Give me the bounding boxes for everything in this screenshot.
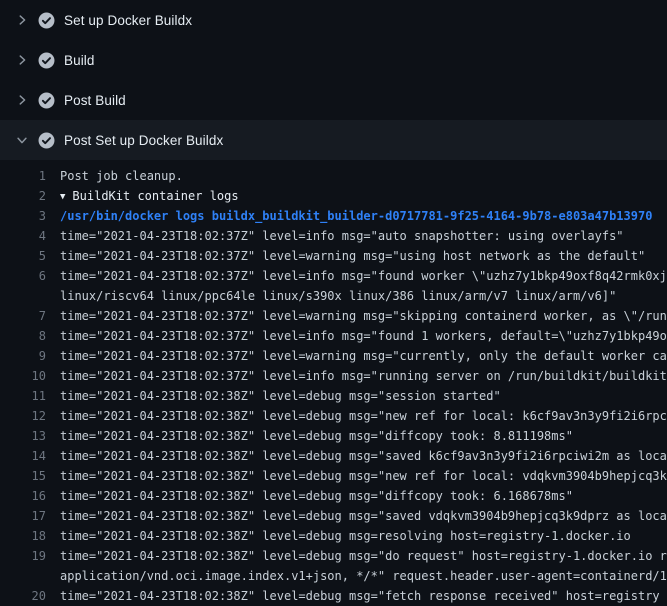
log-line: 20 ▼time="2021-04-23T18:02:38Z" level=de…: [0, 586, 667, 606]
step-section-post-set-up-docker-buildx[interactable]: Post Set up Docker Buildx: [0, 120, 667, 160]
log-line: 3 ▼/usr/bin/docker logs buildx_buildkit_…: [0, 206, 667, 226]
log-lines: 1 ▼Post job cleanup. 2 ▼BuildKit contain…: [0, 160, 667, 606]
check-circle-icon: [38, 92, 55, 109]
log-line-number[interactable]: 13: [0, 426, 46, 446]
log-line: 9 ▼time="2021-04-23T18:02:37Z" level=war…: [0, 346, 667, 366]
check-circle-icon: [38, 52, 55, 69]
log-line-number[interactable]: [0, 286, 46, 306]
log-line: 16 ▼time="2021-04-23T18:02:38Z" level=de…: [0, 486, 667, 506]
log-line: 12 ▼time="2021-04-23T18:02:38Z" level=de…: [0, 406, 667, 426]
log-line-number[interactable]: 11: [0, 386, 46, 406]
log-line-text: ▼time="2021-04-23T18:02:38Z" level=debug…: [46, 426, 573, 446]
log-line-number[interactable]: 1: [0, 166, 46, 186]
log-line-number[interactable]: 2: [0, 186, 46, 206]
log-line-text: ▼time="2021-04-23T18:02:37Z" level=info …: [46, 326, 667, 346]
step-section-set-up-docker-buildx[interactable]: Set up Docker Buildx: [0, 0, 667, 40]
log-line-number[interactable]: 20: [0, 586, 46, 606]
chevron-right-icon[interactable]: [14, 12, 30, 28]
log-line-text: ▼Post job cleanup.: [46, 166, 183, 186]
log-line-number[interactable]: 9: [0, 346, 46, 366]
log-line-number[interactable]: 12: [0, 406, 46, 426]
log-line-text: ▼time="2021-04-23T18:02:37Z" level=warni…: [46, 306, 667, 326]
log-line-text: ▼time="2021-04-23T18:02:37Z" level=warni…: [46, 246, 645, 266]
chevron-right-icon[interactable]: [14, 52, 30, 68]
log-line-text: ▼time="2021-04-23T18:02:38Z" level=debug…: [46, 486, 573, 506]
log-line-text: ▼time="2021-04-23T18:02:38Z" level=debug…: [46, 386, 501, 406]
log-line-text: ▼linux/riscv64 linux/ppc64le linux/s390x…: [46, 286, 616, 306]
step-title: Post Build: [64, 93, 126, 108]
log-line-text: ▼time="2021-04-23T18:02:37Z" level=warni…: [46, 346, 667, 366]
log-line-text: ▼time="2021-04-23T18:02:38Z" level=debug…: [46, 546, 667, 566]
log-line-number[interactable]: 16: [0, 486, 46, 506]
log-line: 10 ▼time="2021-04-23T18:02:37Z" level=in…: [0, 366, 667, 386]
log-line-number[interactable]: 3: [0, 206, 46, 226]
log-line: 6 ▼time="2021-04-23T18:02:37Z" level=inf…: [0, 266, 667, 286]
log-line: 14 ▼time="2021-04-23T18:02:38Z" level=de…: [0, 446, 667, 466]
log-line-text: ▼time="2021-04-23T18:02:38Z" level=debug…: [46, 526, 631, 546]
log-line-number[interactable]: 18: [0, 526, 46, 546]
log-line: 7 ▼time="2021-04-23T18:02:37Z" level=war…: [0, 306, 667, 326]
log-line: 11 ▼time="2021-04-23T18:02:38Z" level=de…: [0, 386, 667, 406]
log-line: ▼linux/riscv64 linux/ppc64le linux/s390x…: [0, 286, 667, 306]
check-circle-icon: [38, 12, 55, 29]
log-line-text: ▼time="2021-04-23T18:02:38Z" level=debug…: [46, 466, 667, 486]
log-line-text: ▼/usr/bin/docker logs buildx_buildkit_bu…: [46, 206, 652, 226]
log-line-number[interactable]: 7: [0, 306, 46, 326]
step-section-build[interactable]: Build: [0, 40, 667, 80]
log-line-text: ▼time="2021-04-23T18:02:37Z" level=info …: [46, 226, 624, 246]
step-section-post-build[interactable]: Post Build: [0, 80, 667, 120]
log-line-number[interactable]: 5: [0, 246, 46, 266]
log-line-text: ▼time="2021-04-23T18:02:38Z" level=debug…: [46, 406, 667, 426]
log-line-text: ▼time="2021-04-23T18:02:37Z" level=info …: [46, 366, 667, 386]
log-line-text: ▼BuildKit container logs: [46, 186, 239, 206]
chevron-right-icon[interactable]: [14, 92, 30, 108]
check-circle-icon: [38, 132, 55, 149]
log-line: 19 ▼time="2021-04-23T18:02:38Z" level=de…: [0, 546, 667, 566]
log-line-number[interactable]: 4: [0, 226, 46, 246]
log-line: 17 ▼time="2021-04-23T18:02:38Z" level=de…: [0, 506, 667, 526]
log-line-text: ▼time="2021-04-23T18:02:37Z" level=info …: [46, 266, 667, 286]
step-title: Post Set up Docker Buildx: [64, 133, 223, 148]
log-line-number[interactable]: 15: [0, 466, 46, 486]
log-line-number[interactable]: 14: [0, 446, 46, 466]
log-line: 8 ▼time="2021-04-23T18:02:37Z" level=inf…: [0, 326, 667, 346]
log-line-number[interactable]: 19: [0, 546, 46, 566]
log-line: 4 ▼time="2021-04-23T18:02:37Z" level=inf…: [0, 226, 667, 246]
log-line-number[interactable]: 10: [0, 366, 46, 386]
log-line-text: ▼time="2021-04-23T18:02:38Z" level=debug…: [46, 446, 667, 466]
log-line: 13 ▼time="2021-04-23T18:02:38Z" level=de…: [0, 426, 667, 446]
step-title: Set up Docker Buildx: [64, 13, 192, 28]
log-line-text: ▼application/vnd.oci.image.index.v1+json…: [46, 566, 667, 586]
log-line-text: ▼time="2021-04-23T18:02:38Z" level=debug…: [46, 506, 667, 526]
log-line: 1 ▼Post job cleanup.: [0, 166, 667, 186]
log-line: 18 ▼time="2021-04-23T18:02:38Z" level=de…: [0, 526, 667, 546]
log-line: 5 ▼time="2021-04-23T18:02:37Z" level=war…: [0, 246, 667, 266]
chevron-down-icon[interactable]: [14, 132, 30, 148]
log-line: 15 ▼time="2021-04-23T18:02:38Z" level=de…: [0, 466, 667, 486]
log-line-text: ▼time="2021-04-23T18:02:38Z" level=debug…: [46, 586, 660, 606]
log-line: 2 ▼BuildKit container logs: [0, 186, 667, 206]
group-toggle-icon[interactable]: ▼: [60, 187, 65, 206]
log-line-number[interactable]: 17: [0, 506, 46, 526]
log-line: ▼application/vnd.oci.image.index.v1+json…: [0, 566, 667, 586]
log-line-number[interactable]: 8: [0, 326, 46, 346]
log-line-number[interactable]: 6: [0, 266, 46, 286]
log-line-number[interactable]: [0, 566, 46, 586]
job-steps-list: Set up Docker Buildx Build Post Build Po…: [0, 0, 667, 160]
step-title: Build: [64, 53, 95, 68]
